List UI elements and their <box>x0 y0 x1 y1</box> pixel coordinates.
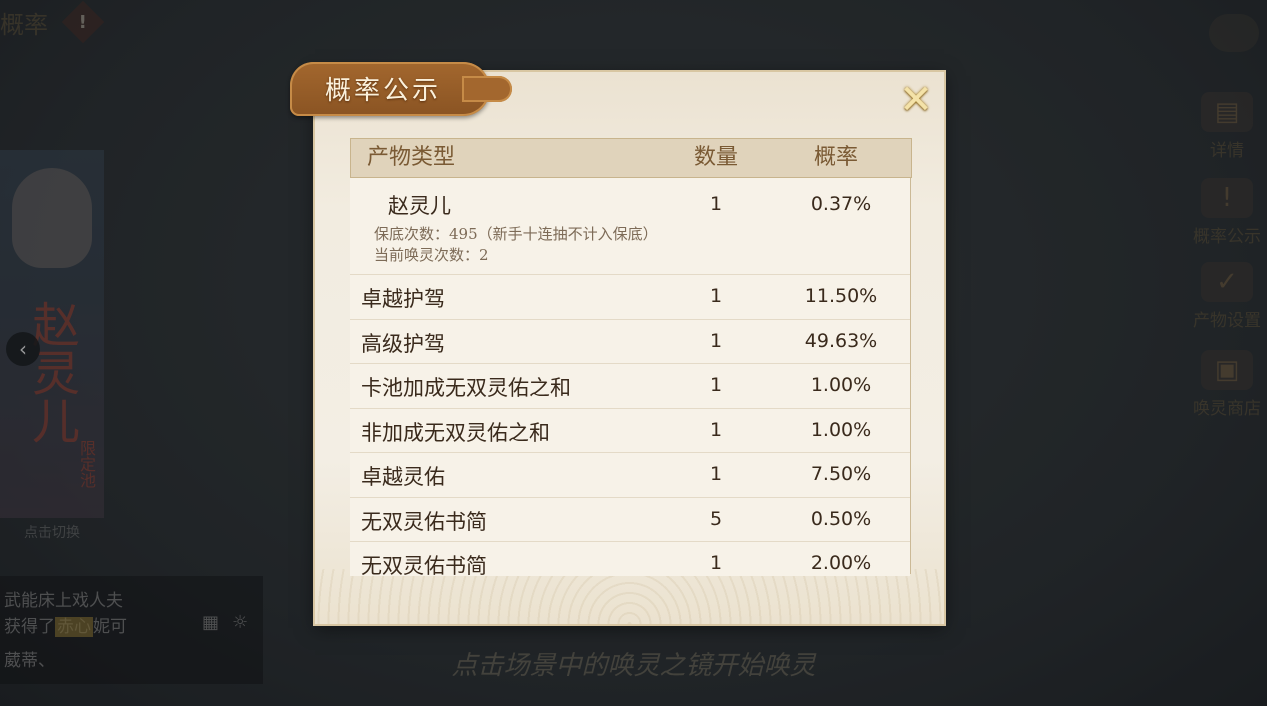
row-qty: 1 <box>709 463 723 485</box>
featured-name: 赵灵儿 <box>388 194 451 218</box>
row-name: 非加成无双灵佑之和 <box>361 420 550 445</box>
row-prob: 0.50% <box>810 507 872 530</box>
close-icon[interactable]: ✕ <box>896 80 936 120</box>
row-name: 卓越护驾 <box>361 287 445 311</box>
row-qty: 1 <box>709 552 723 574</box>
table-row: 卓越灵佑 1 7.50% <box>350 453 910 498</box>
row-name: 卓越灵佑 <box>361 465 445 489</box>
row-name: 无双灵佑书简 <box>361 509 487 534</box>
dialog-title: 概率公示 <box>325 76 442 106</box>
row-prob: 2.00% <box>810 552 872 574</box>
row-qty: 1 <box>709 285 723 307</box>
row-name: 高级护驾 <box>361 331 445 356</box>
table-row: 卡池加成无双灵佑之和 1 1.00% <box>350 364 910 409</box>
row-name: 无双灵佑书简 <box>361 554 487 576</box>
current-count: 当前唤灵次数：2 <box>374 246 489 264</box>
pity-count: 保底次数：495（新手十连抽不计入保底） <box>374 225 658 243</box>
row-prob: 1.00% <box>810 374 872 396</box>
featured-prob: 0.37% <box>810 193 872 215</box>
row-prob: 7.50% <box>810 463 872 485</box>
row-qty: 1 <box>709 418 723 441</box>
row-qty: 5 <box>709 507 723 530</box>
table-header: 产物类型 数量 概率 <box>350 138 912 178</box>
row-prob: 1.00% <box>810 418 872 441</box>
table-row: 高级护驾 1 49.63% <box>350 319 910 364</box>
header-qty: 数量 <box>694 145 739 170</box>
table-row: 非加成无双灵佑之和 1 1.00% <box>350 408 910 453</box>
table-row: 无双灵佑书简 1 2.00% <box>350 542 910 576</box>
probability-table[interactable]: 产物类型 数量 概率 赵灵儿 1 0.37% 保底次数：495（新手十连抽不计入… <box>350 138 912 576</box>
featured-qty: 1 <box>709 193 723 215</box>
header-prob: 概率 <box>814 145 859 170</box>
featured-row: 赵灵儿 1 0.37% 保底次数：495（新手十连抽不计入保底） 当前唤灵次数：… <box>350 178 910 275</box>
scrollbar[interactable] <box>910 178 911 574</box>
header-type: 产物类型 <box>367 145 456 170</box>
row-qty: 1 <box>709 374 723 396</box>
row-prob: 11.50% <box>804 285 878 307</box>
row-prob: 49.63% <box>804 329 878 352</box>
hint-text: 点击场景中的唤灵之镜开始唤灵 <box>451 651 816 681</box>
row-name: 卡池加成无双灵佑之和 <box>361 376 571 400</box>
table-row: 卓越护驾 1 11.50% <box>350 275 910 320</box>
row-qty: 1 <box>709 329 723 352</box>
table-row: 无双灵佑书简 5 0.50% <box>350 497 910 542</box>
